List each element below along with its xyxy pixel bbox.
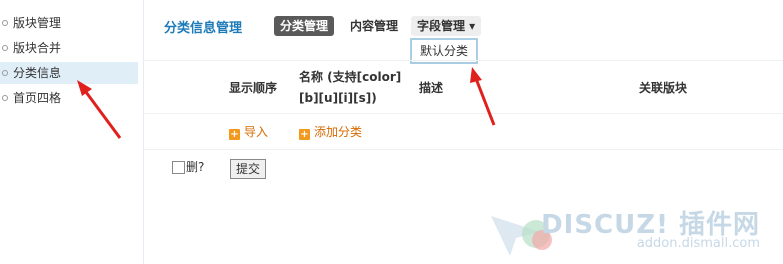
tab-content-manage[interactable]: 内容管理 bbox=[344, 16, 404, 36]
tab-category-manage[interactable]: 分类管理 bbox=[274, 16, 335, 36]
sidebar-item-category-info[interactable]: 分类信息 bbox=[0, 62, 138, 84]
add-category-label: 添加分类 bbox=[314, 125, 363, 139]
plus-icon: + bbox=[229, 129, 240, 140]
delete-label: 删? bbox=[186, 160, 205, 174]
column-header-name-hint: [b][u][i][s]) bbox=[299, 91, 377, 105]
sidebar-item-block-manage[interactable]: 版块管理 bbox=[0, 12, 138, 34]
watermark-subtitle: addon.dismall.com bbox=[636, 236, 760, 251]
add-category-link[interactable]: + 添加分类 bbox=[299, 124, 362, 140]
delete-checkbox[interactable] bbox=[172, 161, 185, 174]
sidebar: 版块管理 版块合并 分类信息 首页四格 bbox=[0, 0, 144, 264]
import-link[interactable]: + 导入 bbox=[229, 124, 268, 140]
import-label: 导入 bbox=[244, 125, 269, 139]
column-header-description: 描述 bbox=[419, 81, 444, 95]
column-header-linked-block: 关联版块 bbox=[639, 81, 688, 95]
divider bbox=[144, 60, 783, 61]
divider bbox=[144, 149, 783, 150]
tab-field-manage[interactable]: 字段管理 ▾ bbox=[411, 16, 482, 36]
divider bbox=[144, 113, 783, 114]
sidebar-item-block-merge[interactable]: 版块合并 bbox=[0, 37, 138, 59]
plus-icon: + bbox=[299, 129, 310, 140]
column-header-name: 名称 (支持[color] bbox=[299, 70, 402, 84]
column-header-order: 显示顺序 bbox=[229, 81, 278, 95]
submit-button[interactable]: 提交 bbox=[230, 159, 267, 179]
sidebar-item-home-grid[interactable]: 首页四格 bbox=[0, 87, 138, 109]
watermark: DISCUZ! 插件网 addon.dismall.com bbox=[478, 196, 778, 264]
page-title: 分类信息管理 bbox=[164, 21, 243, 36]
